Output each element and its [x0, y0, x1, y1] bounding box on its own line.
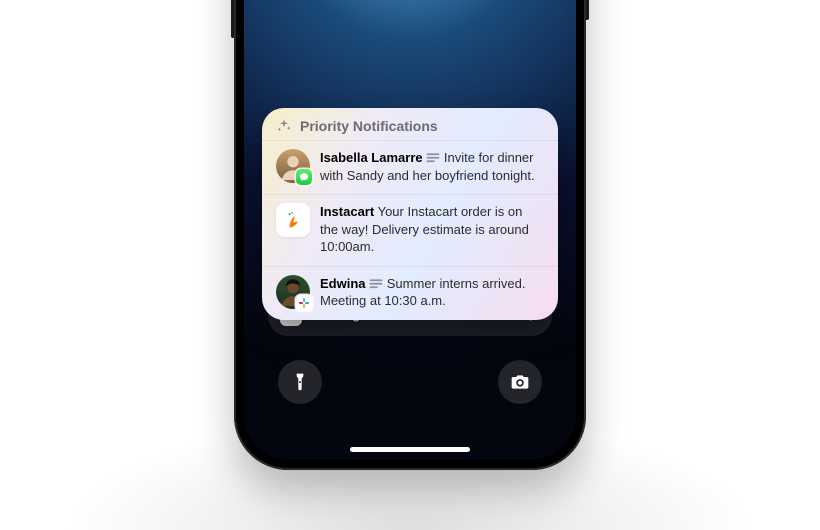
- instacart-icon: [276, 203, 310, 237]
- notification-row[interactable]: Instacart Your Instacart order is on the…: [262, 194, 558, 266]
- camera-button[interactable]: [498, 360, 542, 404]
- summary-icon: [426, 152, 440, 164]
- card-header: Priority Notifications: [262, 108, 558, 140]
- volume-down-button[interactable]: [231, 0, 234, 38]
- lock-screen: Lia Longo Savita booked house… 41m ago P…: [244, 0, 576, 460]
- side-button[interactable]: [586, 0, 589, 20]
- camera-icon: [510, 372, 530, 392]
- notification-app-icon: [276, 149, 310, 183]
- notification-row[interactable]: Isabella Lamarre Invite for dinner with …: [262, 140, 558, 194]
- messages-badge-icon: [296, 169, 312, 185]
- notification-text: Isabella Lamarre Invite for dinner with …: [320, 149, 544, 184]
- summary-icon: [369, 278, 383, 290]
- stage: Lia Longo Savita booked house… 41m ago P…: [0, 0, 820, 530]
- home-indicator[interactable]: [350, 447, 470, 452]
- notification-row[interactable]: Edwina Summer interns arrived. Meeting a…: [262, 266, 558, 320]
- flashlight-button[interactable]: [278, 360, 322, 404]
- flashlight-icon: [290, 372, 310, 392]
- sparkle-icon: [276, 118, 292, 134]
- phone-frame: Lia Longo Savita booked house… 41m ago P…: [234, 0, 586, 470]
- notification-text: Instacart Your Instacart order is on the…: [320, 203, 544, 256]
- slack-badge-icon: [296, 295, 312, 311]
- notification-text: Edwina Summer interns arrived. Meeting a…: [320, 275, 544, 310]
- priority-notifications-card[interactable]: Priority Notifications Isabella Lamarre: [262, 108, 558, 320]
- notification-app-icon: [276, 275, 310, 309]
- notification-app-icon: [276, 203, 310, 237]
- card-title: Priority Notifications: [300, 118, 438, 134]
